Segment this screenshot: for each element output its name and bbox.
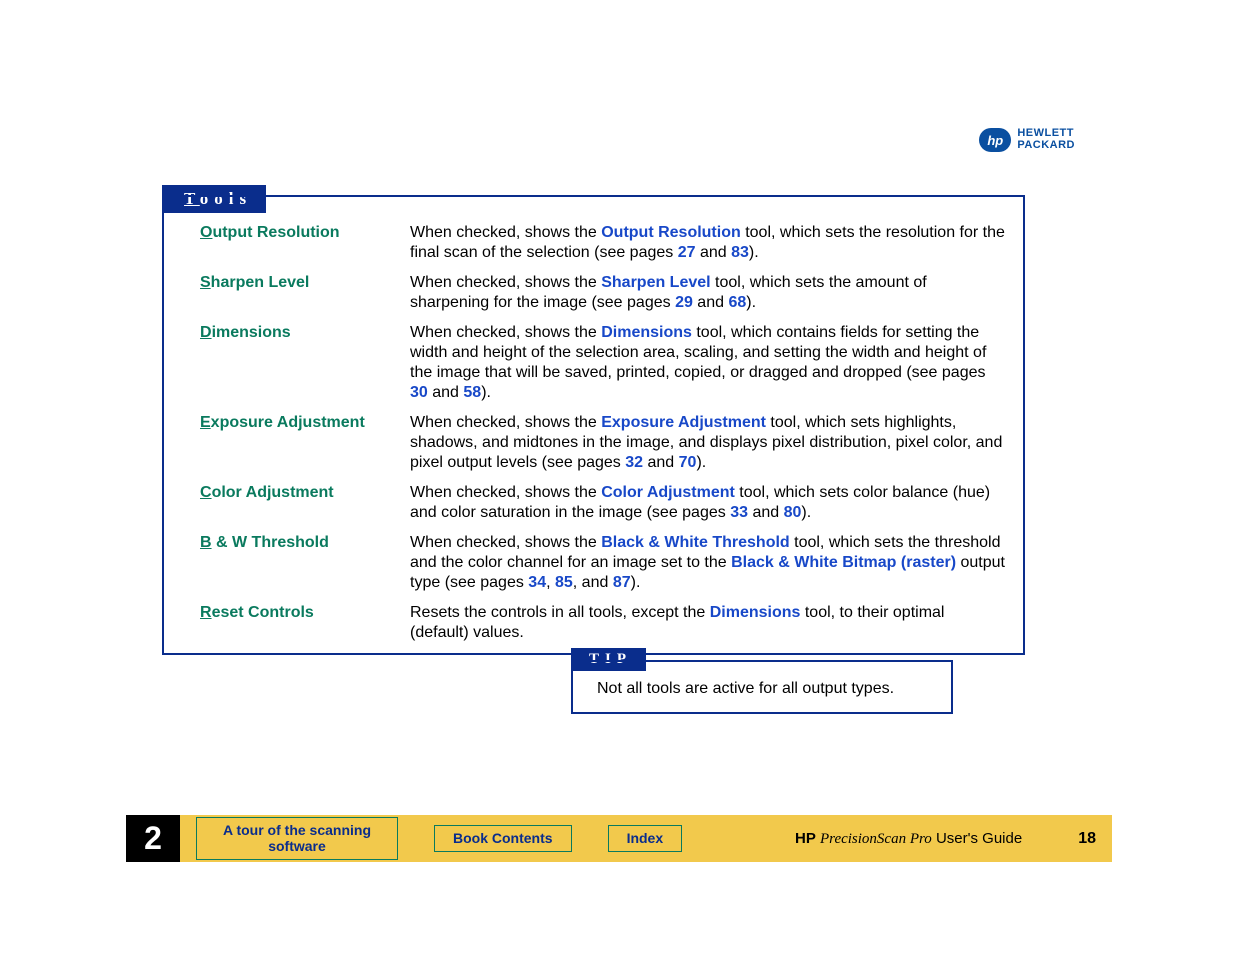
guide-product: PrecisionScan Pro	[820, 831, 932, 847]
guide-title: HP PrecisionScan Pro User's Guide	[795, 830, 1022, 848]
link-bw-bitmap[interactable]: Black & White Bitmap (raster)	[731, 554, 956, 571]
row-sharpen-level: Sharpen Level When checked, shows the Sh…	[200, 273, 1005, 313]
tip-box: Not all tools are active for all output …	[571, 660, 953, 714]
link-dimensions-2[interactable]: Dimensions	[710, 604, 801, 621]
page-link-87[interactable]: 87	[613, 574, 631, 591]
desc-dimensions: When checked, shows the Dimensions tool,…	[410, 323, 1005, 403]
page-link-34[interactable]: 34	[528, 574, 546, 591]
desc-reset-controls: Resets the controls in all tools, except…	[410, 603, 1005, 643]
desc-bw-threshold: When checked, shows the Black & White Th…	[410, 533, 1005, 593]
footer-bar: A tour of the scanning software Book Con…	[180, 815, 1112, 862]
book-contents-button[interactable]: Book Contents	[434, 825, 572, 852]
label-sharpen-level[interactable]: Sharpen Level	[200, 273, 410, 293]
page-footer: 2 A tour of the scanning software Book C…	[126, 815, 1112, 862]
hp-logo-text: HEWLETT PACKARD	[1017, 128, 1075, 151]
hp-logo: hp HEWLETT PACKARD	[979, 128, 1075, 152]
page-number: 18	[1078, 830, 1096, 848]
brand-line2: PACKARD	[1017, 140, 1075, 152]
page-link-58[interactable]: 58	[463, 384, 481, 401]
hp-logo-badge: hp	[979, 128, 1011, 152]
desc-output-resolution: When checked, shows the Output Resolutio…	[410, 223, 1005, 263]
desc-color-adjustment: When checked, shows the Color Adjustment…	[410, 483, 1005, 523]
page-link-85[interactable]: 85	[555, 574, 573, 591]
label-dimensions[interactable]: Dimensions	[200, 323, 410, 343]
link-exposure-adjustment[interactable]: Exposure Adjustment	[601, 414, 766, 431]
row-reset-controls: Reset Controls Resets the controls in al…	[200, 603, 1005, 643]
page-link-68[interactable]: 68	[728, 294, 746, 311]
page-link-27[interactable]: 27	[678, 244, 696, 261]
tour-button[interactable]: A tour of the scanning software	[196, 817, 398, 860]
chapter-number: 2	[126, 815, 180, 862]
page-link-83[interactable]: 83	[731, 244, 749, 261]
label-color-adjustment[interactable]: Color Adjustment	[200, 483, 410, 503]
link-sharpen-level[interactable]: Sharpen Level	[601, 274, 710, 291]
row-color-adjustment: Color Adjustment When checked, shows the…	[200, 483, 1005, 523]
page-link-33[interactable]: 33	[730, 504, 748, 521]
row-exposure-adjustment: Exposure Adjustment When checked, shows …	[200, 413, 1005, 473]
label-bw-threshold[interactable]: B & W Threshold	[200, 533, 410, 553]
page-link-32[interactable]: 32	[625, 454, 643, 471]
link-output-resolution[interactable]: Output Resolution	[601, 224, 741, 241]
tools-content: Output Resolution When checked, shows th…	[164, 197, 1023, 653]
page-link-29[interactable]: 29	[675, 294, 693, 311]
tools-section: Output Resolution When checked, shows th…	[162, 195, 1025, 655]
desc-sharpen-level: When checked, shows the Sharpen Level to…	[410, 273, 1005, 313]
label-reset-controls[interactable]: Reset Controls	[200, 603, 410, 623]
page-link-70[interactable]: 70	[679, 454, 697, 471]
row-dimensions: Dimensions When checked, shows the Dimen…	[200, 323, 1005, 403]
label-exposure-adjustment[interactable]: Exposure Adjustment	[200, 413, 410, 433]
page-link-80[interactable]: 80	[784, 504, 802, 521]
tip-text: Not all tools are active for all output …	[597, 680, 894, 697]
row-bw-threshold: B & W Threshold When checked, shows the …	[200, 533, 1005, 593]
link-bw-threshold[interactable]: Black & White Threshold	[601, 534, 789, 551]
row-output-resolution: Output Resolution When checked, shows th…	[200, 223, 1005, 263]
guide-tail: User's Guide	[932, 830, 1022, 847]
link-color-adjustment[interactable]: Color Adjustment	[601, 484, 735, 501]
desc-exposure-adjustment: When checked, shows the Exposure Adjustm…	[410, 413, 1005, 473]
label-output-resolution[interactable]: Output Resolution	[200, 223, 410, 243]
guide-hp: HP	[795, 830, 816, 847]
page-link-30[interactable]: 30	[410, 384, 428, 401]
link-dimensions[interactable]: Dimensions	[601, 324, 692, 341]
index-button[interactable]: Index	[608, 825, 683, 852]
